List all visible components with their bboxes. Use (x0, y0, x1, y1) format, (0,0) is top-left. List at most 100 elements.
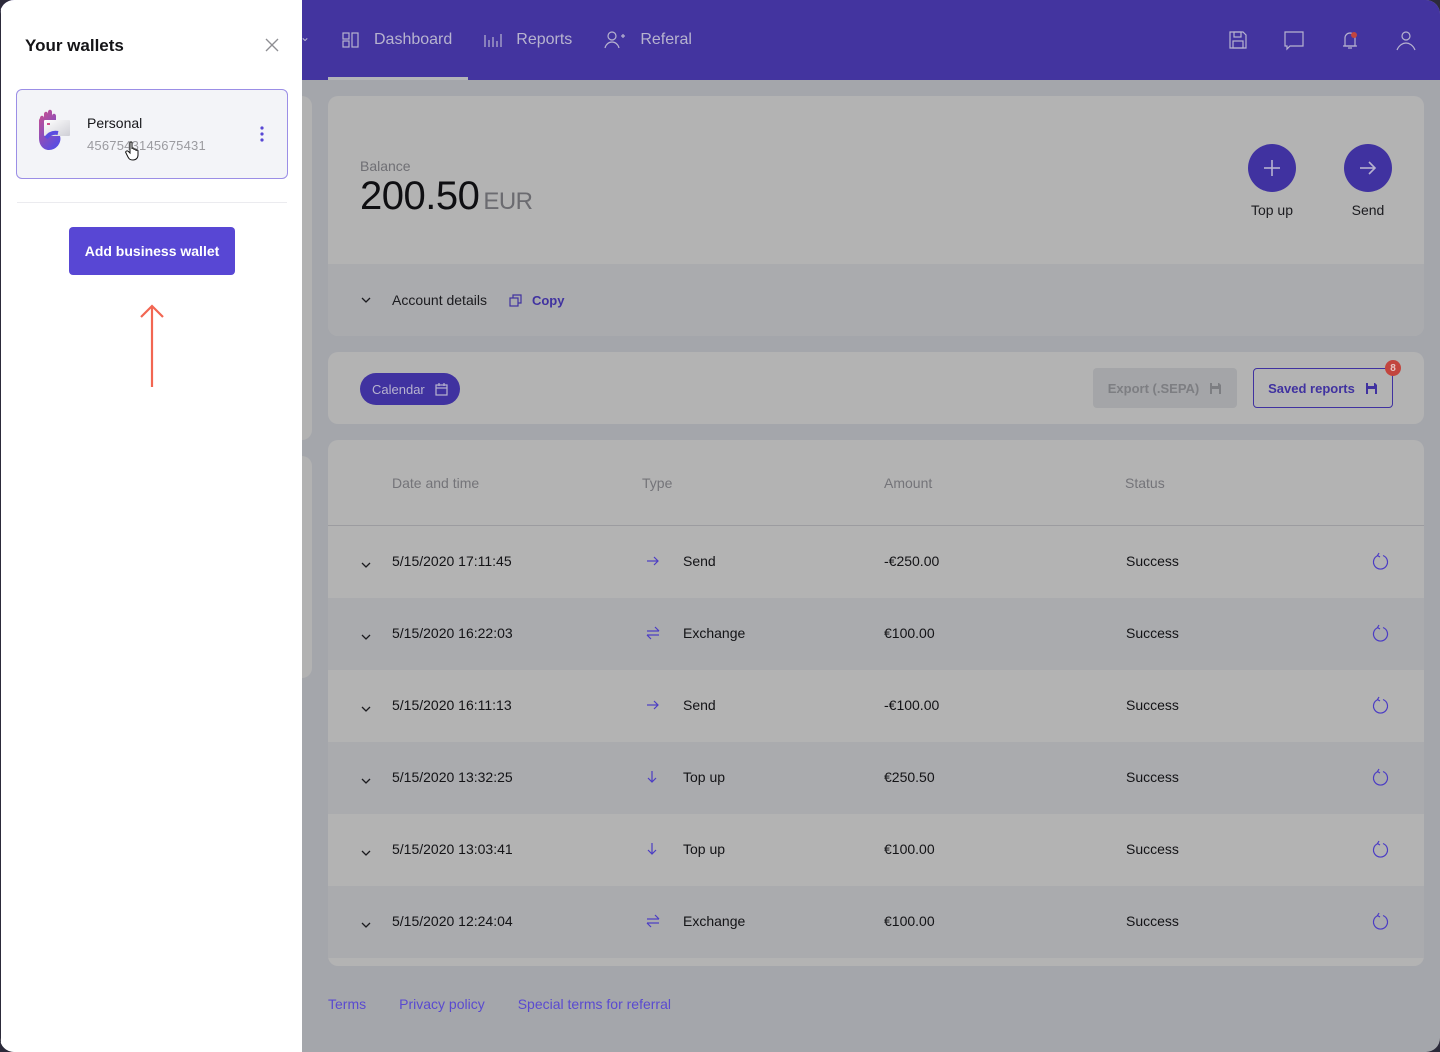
nav-label: Referal (640, 31, 692, 48)
saved-reports-button[interactable]: Saved reports 8 (1253, 360, 1401, 408)
transaction-status: Success (1126, 841, 1179, 857)
expand-row-chevron-icon[interactable] (360, 916, 372, 934)
calendar-icon (435, 383, 448, 396)
repeat-transaction-icon[interactable] (1370, 696, 1390, 721)
filters-card: Calendar Export (.SEPA) Saved reports 8 (328, 352, 1424, 424)
nav-item-reports[interactable]: Reports (484, 0, 572, 80)
reports-icon (484, 34, 502, 47)
column-header-type[interactable]: Type (642, 475, 672, 491)
balance-label: Balance (360, 158, 411, 174)
user-icon[interactable] (1394, 28, 1418, 52)
top-up-label: Top up (1250, 202, 1294, 218)
transaction-status: Success (1126, 697, 1179, 713)
plus-icon (1264, 160, 1280, 176)
nav-label: Dashboard (374, 31, 453, 48)
export-label: Export (.SEPA) (1107, 380, 1200, 396)
nav-item-referal[interactable]: Referal (604, 0, 692, 80)
transaction-type: Exchange (683, 625, 746, 641)
arrow-down-icon (646, 770, 658, 789)
export-sepa-button[interactable]: Export (.SEPA) (1093, 368, 1237, 408)
copy-label: Copy (531, 292, 565, 308)
table-row[interactable]: 5/15/2020 13:03:41 Top up €100.00 Success (328, 814, 1424, 886)
table-row[interactable]: 5/15/2020 16:11:13 Send -€100.00 Success (328, 670, 1424, 742)
send-label: Send (1351, 202, 1385, 218)
top-icons (1194, 28, 1418, 52)
terms-link[interactable]: Terms (328, 996, 366, 1012)
transaction-amount: €100.00 (884, 625, 935, 641)
transaction-status: Success (1126, 625, 1179, 641)
transaction-type: Send (683, 697, 716, 713)
expand-row-chevron-icon[interactable] (360, 772, 372, 790)
nav-label: Reports (516, 31, 573, 48)
transaction-amount: -€100.00 (884, 697, 940, 713)
exchange-icon (646, 914, 660, 933)
transaction-datetime: 5/15/2020 16:22:03 (392, 625, 513, 641)
chevron-down-icon[interactable] (360, 296, 372, 304)
arrow-right-icon (646, 554, 660, 572)
repeat-transaction-icon[interactable] (1370, 912, 1390, 937)
transaction-status: Success (1126, 553, 1179, 569)
bell-icon[interactable] (1338, 28, 1362, 52)
account-details-toggle[interactable]: Account details (392, 292, 487, 308)
referral-terms-link[interactable]: Special terms for referral (518, 996, 671, 1012)
transaction-datetime: 5/15/2020 17:11:45 (392, 553, 512, 569)
repeat-transaction-icon[interactable] (1370, 552, 1390, 577)
close-drawer-button[interactable] (264, 37, 280, 53)
transaction-type: Top up (683, 769, 726, 785)
main-nav: Dashboard Reports Referal (327, 0, 724, 80)
close-icon (265, 38, 279, 52)
privacy-policy-link[interactable]: Privacy policy (399, 996, 485, 1012)
wallet-hand-icon (39, 109, 70, 150)
transaction-type: Top up (683, 841, 726, 857)
account-details-bar: Account details Copy (328, 264, 1424, 336)
expand-row-chevron-icon[interactable] (360, 844, 372, 862)
calendar-label: Calendar (372, 381, 425, 397)
transaction-datetime: 5/15/2020 16:11:13 (392, 697, 512, 713)
wallet-more-menu-button[interactable] (257, 124, 267, 144)
table-row[interactable]: 5/15/2020 17:11:45 Send -€250.00 Success (328, 526, 1424, 598)
copy-button[interactable]: Copy (509, 292, 565, 308)
add-business-wallet-button[interactable]: Add business wallet (69, 227, 235, 275)
column-header-status[interactable]: Status (1125, 475, 1165, 491)
send-button[interactable]: Send (1328, 144, 1408, 218)
app-window: ⌄ Dashboard Reports Referal Balance 200.… (0, 0, 1440, 1052)
send-circle[interactable] (1344, 144, 1392, 192)
column-header-date[interactable]: Date and time (392, 475, 479, 491)
wallet-card-personal[interactable]: Personal 4567543145675431 (16, 89, 288, 179)
save-icon[interactable] (1226, 28, 1250, 52)
nav-item-dashboard[interactable]: Dashboard (327, 0, 469, 80)
expand-row-chevron-icon[interactable] (360, 700, 372, 718)
calendar-button[interactable]: Calendar (360, 373, 460, 405)
balance-amount-value: 200.50 (360, 174, 480, 218)
top-up-circle[interactable] (1248, 144, 1296, 192)
column-header-amount[interactable]: Amount (884, 475, 932, 491)
more-vertical-icon (260, 126, 264, 142)
top-up-button[interactable]: Top up (1232, 144, 1312, 218)
transaction-type: Send (683, 553, 716, 569)
drawer-title: Your wallets (25, 36, 124, 55)
dashboard-icon (342, 32, 359, 48)
wallet-name: Personal (87, 115, 143, 131)
transaction-datetime: 5/15/2020 13:32:25 (392, 769, 513, 785)
expand-row-chevron-icon[interactable] (360, 556, 372, 574)
expand-row-chevron-icon[interactable] (360, 628, 372, 646)
transactions-table: Date and time Type Amount Status 5/15/20… (328, 440, 1424, 966)
repeat-transaction-icon[interactable] (1370, 624, 1390, 649)
transaction-status: Success (1126, 769, 1179, 785)
transaction-amount: €100.00 (884, 841, 935, 857)
table-row[interactable]: 5/15/2020 13:32:25 Top up €250.50 Success (328, 742, 1424, 814)
chat-icon[interactable] (1282, 28, 1306, 52)
save-icon (1210, 382, 1222, 394)
table-row[interactable]: 5/15/2020 16:22:03 Exchange €100.00 Success (328, 598, 1424, 670)
transaction-datetime: 5/15/2020 13:03:41 (392, 841, 513, 857)
repeat-transaction-icon[interactable] (1370, 840, 1390, 865)
repeat-transaction-icon[interactable] (1370, 768, 1390, 793)
save-icon (1365, 382, 1377, 394)
hand-cursor-icon (125, 141, 139, 161)
transaction-datetime: 5/15/2020 12:24:04 (392, 913, 513, 929)
wallets-drawer: Your wallets Personal 4567543145675431 A… (0, 0, 302, 1052)
transaction-status: Success (1126, 913, 1179, 929)
balance-currency: EUR (483, 188, 533, 215)
exchange-icon (646, 626, 660, 645)
table-row[interactable]: 5/15/2020 12:24:04 Exchange €100.00 Success (328, 886, 1424, 958)
